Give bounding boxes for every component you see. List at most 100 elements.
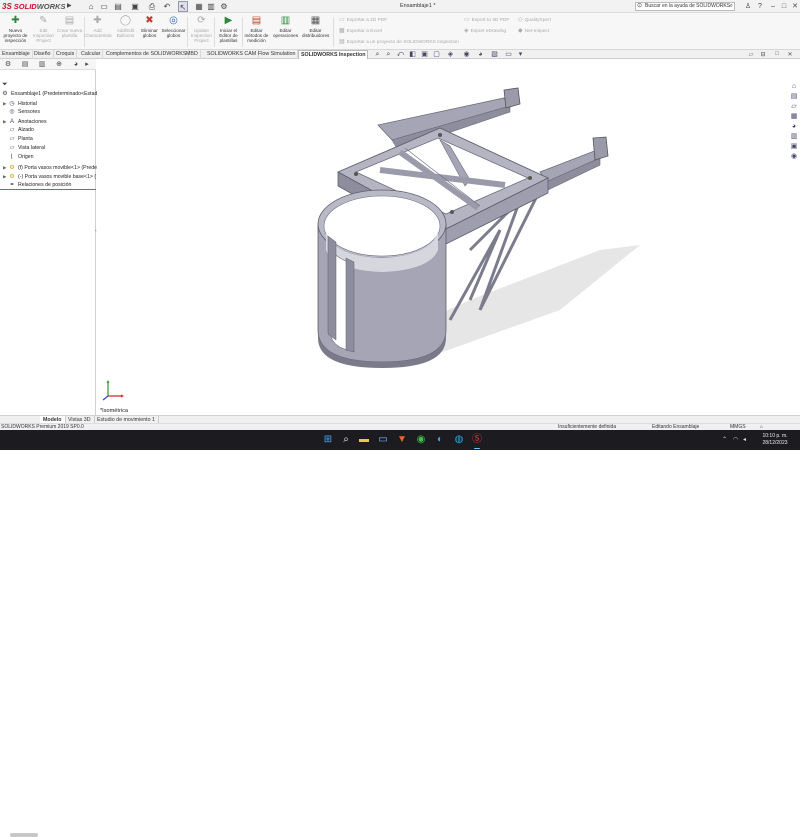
- search-help-input[interactable]: ⊙ Buscar en la ayuda de SOLIDWORKS ⌕: [635, 2, 735, 11]
- help-icon[interactable]: ?: [755, 1, 765, 12]
- export-inspection-project-button[interactable]: ▤ Exportar a un proyecto de SOLIDWORKS In…: [339, 38, 459, 46]
- tree-item-vista-lateral[interactable]: ▱ Vista lateral: [3, 144, 45, 153]
- print-icon[interactable]: ⎙: [147, 1, 157, 12]
- clock[interactable]: 10:10 p. m. 28/12/2023: [755, 433, 795, 447]
- forum-icon[interactable]: ▣: [789, 142, 799, 151]
- new-inspection-project-button[interactable]: ✚ Nuevo proyecto de inspección: [2, 15, 29, 49]
- brave-icon[interactable]: ▼: [396, 434, 408, 446]
- qualityxpert-button[interactable]: ◇ QualityXpert: [518, 16, 551, 24]
- tile-window-icon[interactable]: ▱: [746, 51, 756, 59]
- template-editor-button[interactable]: ▶ Iniciar el Editor de plantillas: [215, 15, 242, 49]
- minimize-icon[interactable]: –: [768, 1, 778, 12]
- zoom-to-fit-icon[interactable]: ⌕: [373, 51, 382, 59]
- hide-show-icon[interactable]: ◉: [462, 51, 471, 59]
- appearance-icon[interactable]: ◕: [476, 51, 485, 59]
- wifi-icon[interactable]: ◠: [733, 436, 738, 443]
- config-manager-tab-icon[interactable]: ▥: [37, 60, 47, 69]
- section-view-icon[interactable]: ◧: [408, 51, 417, 59]
- search-taskbar-icon[interactable]: ⌕: [340, 434, 352, 446]
- tree-root[interactable]: ⚙ Ensamblaje1 (Predeterminado<Estad: [0, 90, 97, 99]
- edit-vendors-button[interactable]: ▦ Editar distribuidores: [302, 15, 329, 49]
- panel-expand-icon[interactable]: ▸: [82, 60, 92, 69]
- add-characteristic-button[interactable]: ✚ Add Characteristic: [84, 15, 112, 49]
- volume-icon[interactable]: ◂: [743, 436, 746, 443]
- view-orientation-icon[interactable]: ▢: [432, 51, 441, 59]
- tab-mbd[interactable]: MBD: [184, 50, 201, 59]
- solidworks-taskbar-icon[interactable]: Ⓢ: [471, 434, 483, 449]
- export-2d-pdf-button[interactable]: ▭ Exportar a 2D PDF: [339, 16, 387, 24]
- user-icon[interactable]: ♙: [743, 1, 753, 12]
- tab-diseno[interactable]: Diseño: [32, 50, 54, 59]
- filter-icon[interactable]: ⏷: [2, 81, 8, 89]
- view-settings-icon[interactable]: ▭: [504, 51, 513, 59]
- edge-icon[interactable]: ◐: [434, 434, 446, 446]
- feature-tree-tab-icon[interactable]: ⚙: [3, 60, 13, 69]
- zoom-area-icon[interactable]: ⌕: [384, 51, 393, 59]
- start-icon[interactable]: ⊞: [322, 434, 334, 446]
- tab-solidworks-cam[interactable]: SOLIDWORKS CAM: [205, 50, 260, 59]
- close-icon[interactable]: ✕: [790, 1, 800, 12]
- solidworks-forum-icon[interactable]: ◉: [789, 152, 799, 161]
- save-icon[interactable]: ▣: [130, 1, 140, 12]
- select-balloons-button[interactable]: ◎ Seleccionar globos: [160, 15, 187, 49]
- model-3d-view[interactable]: [97, 59, 800, 415]
- tab-croquis[interactable]: Croquis: [54, 50, 78, 59]
- maximize-window-icon[interactable]: □: [772, 51, 782, 59]
- custom-properties-icon[interactable]: ▥: [789, 132, 799, 141]
- delete-balloons-button[interactable]: ✖ Eliminar globos: [136, 15, 163, 49]
- export-excel-button[interactable]: ▦ Exportar a Excel: [339, 27, 382, 35]
- tree-item-sensores[interactable]: ◎ Sensores: [3, 108, 40, 117]
- create-template-button[interactable]: ▤ Crear nueva plantilla: [56, 15, 83, 49]
- property-manager-tab-icon[interactable]: ▤: [20, 60, 30, 69]
- file-explorer-icon[interactable]: ▱: [789, 102, 799, 111]
- tab-calcular[interactable]: Calcular: [79, 50, 104, 59]
- tree-item-anotaciones[interactable]: ▶ A Anotaciones: [3, 117, 47, 126]
- open-icon[interactable]: ▤: [113, 1, 123, 12]
- chrome-icon[interactable]: ◉: [415, 434, 427, 446]
- solidworks-logo[interactable]: 3S SOLID WORKS: [2, 1, 65, 12]
- resources-icon[interactable]: ⌂: [789, 82, 799, 91]
- add-edit-balloons-button[interactable]: ◯ Add/Edit Balloons: [112, 15, 139, 49]
- previous-view-icon[interactable]: ⤺: [396, 51, 405, 59]
- view-palette-icon[interactable]: ▦: [789, 112, 799, 121]
- menu-expand-icon[interactable]: ▶: [67, 2, 72, 11]
- edit-inspection-project-button[interactable]: ✎ Edit Inspection Project: [30, 15, 57, 49]
- file-explorer-taskbar-icon[interactable]: ▬: [358, 434, 370, 446]
- home-icon[interactable]: ⌂: [86, 1, 96, 12]
- tree-item-planta[interactable]: ▱ Planta: [3, 135, 33, 144]
- file-properties-icon[interactable]: ▥: [206, 1, 216, 12]
- tree-item-historial[interactable]: ▶ ◷ Historial: [3, 99, 37, 108]
- maximize-icon[interactable]: □: [779, 1, 789, 12]
- new-document-icon[interactable]: ▭: [99, 1, 109, 12]
- mail-icon[interactable]: ▭: [377, 434, 389, 446]
- restore-window-icon[interactable]: ⊟: [758, 51, 768, 59]
- tree-item-alzado[interactable]: ▱ Alzado: [3, 126, 34, 135]
- tree-item-origen[interactable]: ⌊ Origen: [3, 153, 34, 162]
- tab-solidworks-inspection[interactable]: SOLIDWORKS Inspection: [298, 50, 369, 59]
- export-edrawing-button[interactable]: ◈ Export eDrawing: [464, 27, 506, 35]
- display-style-icon[interactable]: ◈: [446, 51, 455, 59]
- design-library-icon[interactable]: ▤: [789, 92, 799, 101]
- options-icon[interactable]: ⚙: [219, 1, 229, 12]
- scene-icon[interactable]: ▧: [490, 51, 499, 59]
- edit-measurement-methods-button[interactable]: ▤ Editar métodos de medición: [243, 15, 270, 49]
- tree-item-porta-vasos-base[interactable]: ▶ ⚙ (-) Porta vasos movible base<1> (: [3, 172, 96, 181]
- graphics-area[interactable]: [97, 59, 800, 415]
- app-icon[interactable]: ◍: [453, 434, 465, 446]
- update-inspection-project-button[interactable]: ⟳ Update Inspection Project: [188, 15, 215, 49]
- undo-icon[interactable]: ↶: [162, 1, 172, 12]
- export-3d-pdf-button[interactable]: ▭ Export to 3D PDF: [464, 16, 509, 24]
- tab-ensamblaje[interactable]: Ensamblaje: [0, 50, 33, 59]
- net-inspect-button[interactable]: ◆ Net-Inspect: [518, 27, 549, 35]
- edit-operations-button[interactable]: ▥ Editar operaciones: [272, 15, 299, 49]
- hud-more-icon[interactable]: ▾: [516, 51, 525, 59]
- display-manager-tab-icon[interactable]: ◕: [71, 60, 81, 69]
- search-icon[interactable]: ⌕: [730, 3, 733, 10]
- appearances-icon[interactable]: ◕: [789, 122, 799, 131]
- tab-scrollbar[interactable]: [10, 833, 38, 837]
- close-window-icon[interactable]: ✕: [785, 51, 795, 59]
- select-icon[interactable]: ↖: [178, 1, 188, 12]
- tree-item-porta-vasos-movible[interactable]: ▶ ⚙ (f) Porta vasos movible<1> (Prede: [3, 163, 97, 172]
- dim-xpert-tab-icon[interactable]: ⊕: [54, 60, 64, 69]
- tab-flow-simulation[interactable]: Flow Simulation: [256, 50, 299, 59]
